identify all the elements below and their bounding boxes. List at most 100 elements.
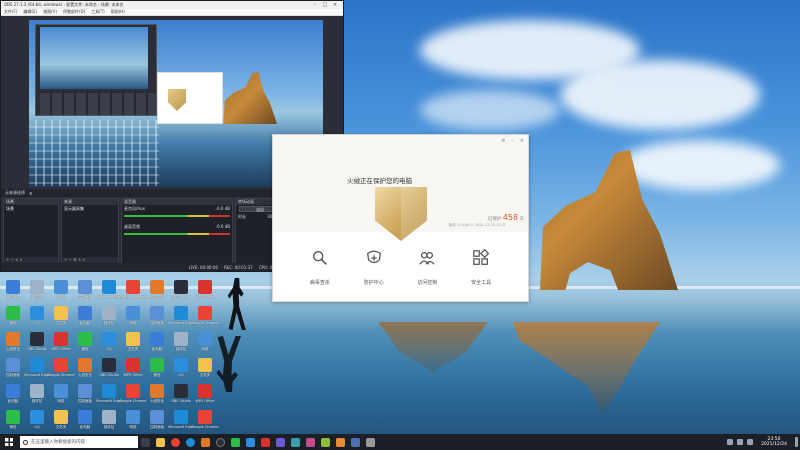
desktop-icon[interactable]: Google Chrome — [119, 280, 147, 299]
desktop-icon[interactable]: 微信 — [146, 358, 168, 378]
gear-icon[interactable]: ⚙ — [29, 191, 33, 196]
desktop-icon[interactable]: WPS Office — [50, 332, 72, 351]
clock[interactable]: 23:50 2021/12/24 — [761, 437, 787, 447]
desktop-icon[interactable]: 此电脑 — [2, 384, 24, 404]
desktop-icon[interactable]: QQ — [98, 332, 120, 351]
desktop-icon[interactable]: Google Chrome — [191, 410, 219, 429]
desktop-icon[interactable]: Microsoft Edge — [24, 358, 50, 377]
desktop-icon[interactable]: WPS Office — [194, 280, 216, 299]
app-icon[interactable] — [291, 437, 300, 447]
nav-security-tools[interactable]: 安全工具 — [457, 245, 505, 301]
desktop-icon[interactable]: 此电脑 — [74, 410, 96, 430]
edge-icon[interactable] — [186, 437, 195, 447]
menu-docks[interactable]: 停靠部件(D) — [63, 9, 85, 15]
desktop-icon[interactable]: OBS Studio — [170, 280, 192, 299]
desktop-icon[interactable]: 控制面板 — [74, 280, 96, 300]
menu-view[interactable]: 视图(V) — [43, 9, 57, 15]
minimize-icon[interactable]: – — [511, 138, 514, 144]
app-icon[interactable] — [336, 437, 345, 447]
volume-meter[interactable] — [124, 215, 230, 217]
app-icon[interactable] — [306, 437, 315, 447]
chrome-icon[interactable] — [171, 437, 180, 447]
desktop-icon[interactable]: 此电脑 — [146, 332, 168, 352]
desktop-icon[interactable]: WPS Office — [194, 384, 216, 403]
taskbar-search[interactable]: 在这里输入你要搜索的内容 — [20, 436, 138, 448]
desktop-icon[interactable]: QQ — [170, 358, 192, 377]
desktop-icon[interactable]: 微信 — [2, 410, 24, 430]
menu-help[interactable]: 帮助(H) — [111, 9, 125, 15]
desktop-icon[interactable]: 微信 — [74, 332, 96, 352]
desktop-icon[interactable]: 网络 — [122, 306, 144, 326]
desktop-icon[interactable]: 回收站 — [98, 410, 120, 430]
desktop-icon[interactable]: 控制面板 — [74, 384, 96, 404]
task-view-icon[interactable] — [141, 437, 150, 447]
desktop-icon[interactable]: Microsoft Edge — [168, 410, 194, 429]
nav-access-control[interactable]: 访问控制 — [403, 245, 451, 301]
nav-protection-center[interactable]: 防护中心 — [350, 245, 398, 301]
desktop-icon[interactable]: 文件夹 — [50, 306, 72, 326]
volume-icon[interactable] — [737, 439, 744, 445]
app-icon[interactable] — [366, 437, 375, 447]
desktop-icon[interactable]: 火绒安全 — [2, 332, 24, 352]
close-icon[interactable]: × — [520, 138, 524, 144]
menu-file[interactable]: 文件(F) — [4, 9, 17, 15]
desktop-icon[interactable]: 网络 — [194, 332, 216, 352]
desktop-icon[interactable]: 文件夹 — [50, 410, 72, 430]
obs-taskbar-icon[interactable] — [216, 437, 225, 447]
scene-item[interactable]: 场景 — [4, 205, 58, 213]
desktop-icon[interactable]: 网络 — [122, 410, 144, 430]
close-icon[interactable]: × — [330, 2, 340, 8]
desktop-icon[interactable]: Google Chrome — [47, 358, 75, 377]
desktop-icon[interactable]: 控制面板 — [146, 306, 168, 326]
menu-edit[interactable]: 编辑(E) — [23, 9, 37, 15]
desktop-icon[interactable]: 控制面板 — [146, 410, 168, 430]
desktop-icon[interactable]: 回收站 — [26, 280, 48, 300]
desktop-icon[interactable]: Microsoft Edge — [168, 306, 194, 325]
desktop-icon[interactable]: 微信 — [2, 306, 24, 326]
desktop-icon[interactable]: OBS Studio — [26, 332, 48, 351]
desktop-icon[interactable]: QQ — [26, 306, 48, 325]
desktop-icon[interactable]: 回收站 — [26, 384, 48, 404]
menu-tools[interactable]: 工具(T) — [91, 9, 105, 15]
desktop-icon[interactable]: 火绒安全 — [146, 384, 168, 404]
network-icon[interactable] — [727, 439, 734, 445]
maximize-icon[interactable]: □ — [320, 2, 330, 8]
desktop-icon[interactable]: Microsoft Edge — [96, 280, 122, 299]
desktop-icon[interactable]: 火绒安全 — [74, 358, 96, 378]
desktop-icon[interactable]: Google Chrome — [191, 306, 219, 325]
app-icon[interactable] — [321, 437, 330, 447]
desktop-icon[interactable]: 火绒安全 — [146, 280, 168, 300]
desktop-icon[interactable]: 文件夹 — [194, 358, 216, 378]
desktop-icon[interactable]: Google Chrome — [119, 384, 147, 403]
app-icon[interactable] — [351, 437, 360, 447]
desktop-icon[interactable]: 网络 — [50, 280, 72, 300]
desktop-icon[interactable]: 网络 — [50, 384, 72, 404]
menu-icon[interactable]: ≡ — [501, 138, 505, 144]
desktop-icon[interactable]: WPS Office — [122, 358, 144, 377]
obs-titlebar[interactable]: OBS 27.1.3 (64-bit, windows) - 配置文件: 未命名… — [1, 1, 343, 9]
desktop-icon[interactable]: 文件夹 — [122, 332, 144, 352]
desktop-icon[interactable]: 控制面板 — [2, 358, 24, 378]
nav-virus-scan[interactable]: 病毒查杀 — [296, 245, 344, 301]
start-button[interactable] — [2, 435, 16, 449]
desktop-icon[interactable]: 此电脑 — [2, 280, 24, 300]
desktop-icon[interactable]: 回收站 — [98, 306, 120, 326]
desktop-icon[interactable]: 回收站 — [170, 332, 192, 352]
qq-icon[interactable] — [246, 437, 255, 447]
volume-meter[interactable] — [124, 233, 230, 235]
wechat-icon[interactable] — [231, 437, 240, 447]
desktop-icon[interactable]: QQ — [26, 410, 48, 429]
ime-icon[interactable] — [747, 439, 754, 445]
desktop-icon[interactable]: Microsoft Edge — [96, 384, 122, 403]
wps-icon[interactable] — [261, 437, 270, 447]
desktop-icon[interactable]: OBS Studio — [170, 384, 192, 403]
minimize-icon[interactable]: – — [310, 2, 320, 8]
app-icon[interactable] — [276, 437, 285, 447]
desktop-icon[interactable]: OBS Studio — [98, 358, 120, 377]
huorong-taskbar-icon[interactable] — [201, 437, 210, 447]
source-item[interactable]: 显示器采集 — [62, 205, 118, 213]
desktop-icon[interactable]: 此电脑 — [74, 306, 96, 326]
file-explorer-icon[interactable] — [156, 437, 165, 447]
show-desktop-button[interactable] — [795, 437, 798, 447]
huorong-window[interactable]: ≡ – × 火绒正在保护您的电脑 已保护 458 天 版本: 5.0.64.0,… — [272, 134, 529, 302]
